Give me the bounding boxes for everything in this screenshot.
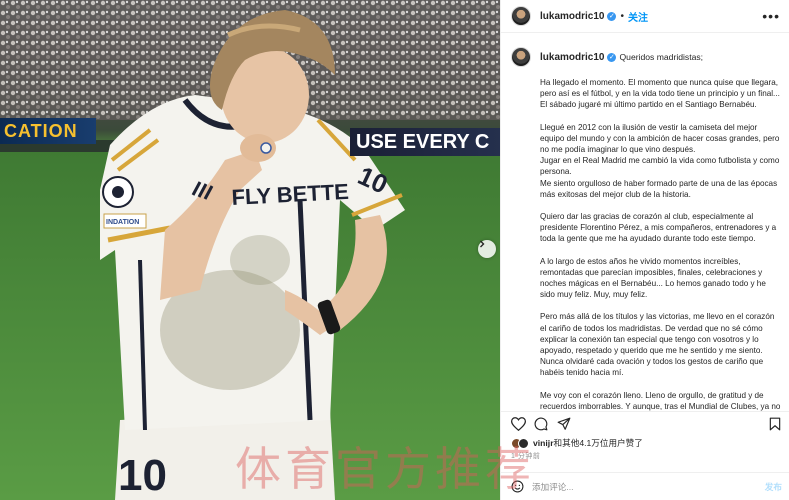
caption-avatar[interactable]	[511, 47, 531, 67]
action-bar	[501, 411, 789, 437]
verified-badge-icon: ✓	[607, 11, 617, 21]
more-options-icon[interactable]: •••	[762, 9, 780, 23]
post-photo[interactable]: FLY BETTE 10 10 INDATION CATION USE EVER…	[0, 0, 500, 500]
share-icon[interactable]	[557, 417, 571, 431]
verified-badge-icon: ✓	[607, 52, 617, 62]
post-timestamp: 1 分钟前	[511, 453, 541, 460]
post-header: lukamodric10 ✓ • 关注 •••	[501, 0, 789, 33]
carousel-next-button[interactable]	[478, 240, 496, 258]
avatar[interactable]	[511, 6, 531, 26]
likes-text: vinijr和其他4.1万位用户赞了	[533, 437, 643, 449]
heart-icon[interactable]	[511, 417, 526, 431]
post-comment-button[interactable]: 发布	[765, 481, 782, 493]
caption-username[interactable]: lukamodric10	[540, 52, 604, 63]
emoji-icon[interactable]	[511, 480, 524, 493]
caption-header: lukamodric10 ✓ Queridos madridistas;	[501, 33, 789, 67]
ad-board-left: CATION	[0, 118, 96, 144]
caption-paragraph: Quiero dar las gracias de corazón al clu…	[540, 212, 777, 244]
post-side-panel: lukamodric10 ✓ • 关注 ••• lukamodric10 ✓ Q…	[500, 0, 789, 500]
follow-button[interactable]: 关注	[628, 9, 648, 24]
caption-paragraph: Me voy con el corazón lleno. Lleno de or…	[540, 390, 781, 411]
bookmark-icon[interactable]	[769, 417, 781, 431]
caption-body: Ha llegado el momento. El momento que nu…	[501, 67, 789, 411]
header-separator: •	[620, 10, 624, 22]
liker-username[interactable]: vinijr	[533, 438, 554, 448]
caption-paragraph: Llegué en 2012 con la ilusión de vestir …	[540, 122, 780, 199]
likes-summary[interactable]: vinijr和其他4.1万位用户赞了	[511, 437, 643, 449]
header-username[interactable]: lukamodric10	[540, 11, 604, 22]
caption-paragraph: Ha llegado el momento. El momento que nu…	[540, 78, 780, 110]
shorts-number: 10	[118, 451, 167, 500]
caption-paragraph: A lo largo de estos años he vivido momen…	[540, 256, 766, 300]
caption-title: Queridos madridistas;	[619, 52, 704, 62]
liker-avatar	[518, 437, 529, 449]
comment-bar: 发布	[501, 472, 789, 500]
caption-paragraph: Pero más allá de los títulos y las victo…	[540, 312, 775, 378]
comment-input[interactable]	[532, 481, 742, 492]
comment-icon[interactable]	[534, 417, 548, 431]
foundation-patch: INDATION	[106, 219, 139, 226]
chevron-right-icon	[480, 240, 485, 248]
likes-count-text: 和其他4.1万位用户赞了	[553, 438, 643, 448]
player-illustration: FLY BETTE 10 10 INDATION	[0, 0, 500, 500]
ad-board-right: USE EVERY C	[350, 128, 500, 156]
caption-area[interactable]: lukamodric10 ✓ Queridos madridistas; Ha …	[501, 33, 789, 411]
